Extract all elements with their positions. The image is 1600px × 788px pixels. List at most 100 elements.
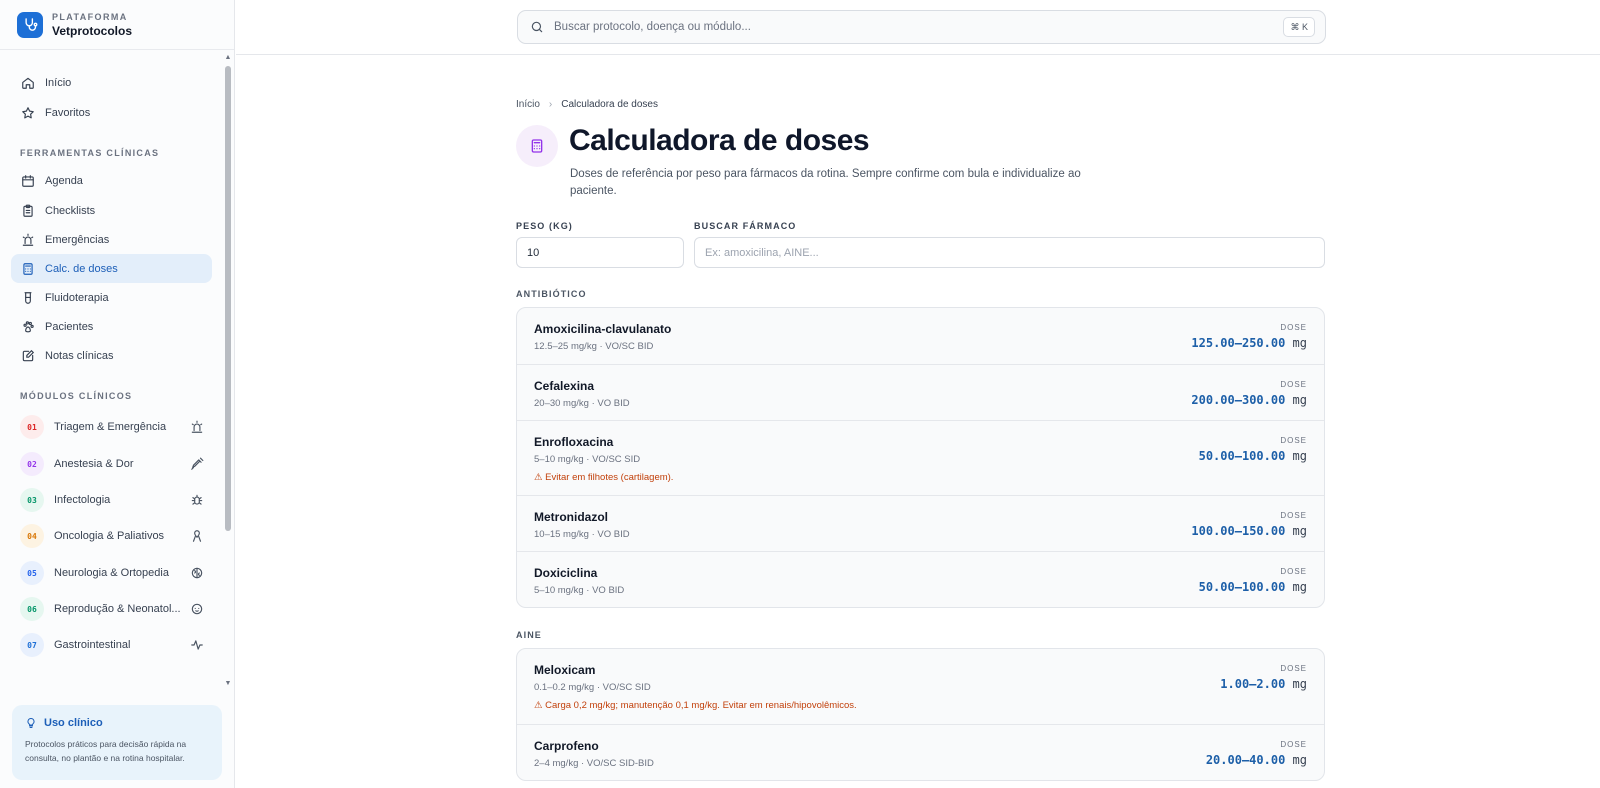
drug-group-antibiotico: Amoxicilina-clavulanato 12.5–25 mg/kg · … — [516, 307, 1325, 608]
sidebar-item-label: Agenda — [45, 174, 83, 187]
dose-value: 100.00–150.00 — [1191, 524, 1286, 538]
module-number: 02 — [20, 452, 44, 476]
scroll-thumb[interactable] — [225, 66, 231, 531]
dose-label: DOSE — [1280, 323, 1307, 332]
breadcrumb: Início › Calculadora de doses — [516, 99, 658, 110]
module-item-03[interactable]: 03 Infectologia — [11, 484, 212, 516]
drug-row[interactable]: Doxiciclina 5–10 mg/kg · VO BID DOSE 50.… — [517, 551, 1324, 607]
drug-dosage: 10–15 mg/kg · VO BID — [534, 529, 630, 540]
module-label: Neurologia & Ortopedia — [54, 567, 169, 579]
drug-row[interactable]: Carprofeno 2–4 mg/kg · VO/SC SID-BID DOS… — [517, 724, 1324, 780]
module-item-05[interactable]: 05 Neurologia & Ortopedia — [11, 557, 212, 589]
calculator-icon — [516, 125, 558, 167]
home-icon — [22, 77, 34, 89]
module-item-04[interactable]: 04 Oncologia & Paliativos — [11, 520, 212, 552]
clipboard-icon — [23, 204, 33, 217]
breadcrumb-home-link[interactable]: Início — [516, 99, 540, 110]
search-placeholder: Buscar protocolo, doença ou módulo... — [554, 21, 751, 33]
sidebar-item-label: Notas clínicas — [45, 349, 114, 362]
keyboard-shortcut-badge: ⌘ K — [1283, 17, 1315, 37]
siren-icon — [22, 233, 34, 246]
module-number: 04 — [20, 524, 44, 548]
usage-title: Uso clínico — [44, 717, 103, 729]
dose-unit: mg — [1292, 753, 1307, 767]
usage-text: Protocolos práticos para decisão rápida … — [25, 739, 187, 763]
main-content: Início › Calculadora de doses Calculador… — [516, 56, 1325, 788]
sidebar-item-fluidoterapia[interactable]: Fluidoterapia — [11, 283, 212, 312]
brain-icon — [191, 567, 203, 579]
brand[interactable]: PLATAFORMA Vetprotocolos — [0, 0, 234, 50]
module-number: 07 — [20, 633, 44, 657]
dose-label: DOSE — [1280, 740, 1307, 749]
dose-label: DOSE — [1280, 511, 1307, 520]
sidebar-item-notas-clinicas[interactable]: Notas clínicas — [11, 341, 212, 370]
dose-label: DOSE — [1280, 380, 1307, 389]
lightbulb-icon — [27, 717, 35, 728]
weight-input[interactable]: 10 — [516, 237, 684, 268]
stethoscope-icon — [17, 11, 43, 38]
drug-name: Enrofloxacina — [534, 435, 614, 449]
dose-result: 200.00–300.00 mg — [1191, 393, 1307, 407]
drug-dosage: 20–30 mg/kg · VO BID — [534, 398, 630, 409]
siren-icon — [191, 420, 203, 433]
group-label-antibiotico: ANTIBIÓTICO — [516, 289, 587, 299]
module-item-06[interactable]: 06 Reprodução & Neonatol... — [11, 593, 212, 625]
drug-row[interactable]: Cefalexina 20–30 mg/kg · VO BID DOSE 200… — [517, 364, 1324, 420]
sidebar-item-label: Emergências — [45, 233, 110, 246]
brand-kicker: PLATAFORMA — [52, 11, 128, 22]
page-title: Calculadora de doses — [569, 124, 870, 157]
dose-result: 100.00–150.00 mg — [1191, 524, 1307, 538]
tools-section-label: FERRAMENTAS CLÍNICAS — [20, 148, 160, 158]
weight-label: PESO (KG) — [516, 221, 573, 231]
dose-value: 1.00–2.00 — [1220, 677, 1286, 691]
sidebar-item-inicio[interactable]: Início — [11, 68, 212, 97]
drug-name: Metronidazol — [534, 510, 608, 524]
drug-name: Carprofeno — [534, 739, 599, 753]
drug-dosage: 0.1–0.2 mg/kg · VO/SC SID — [534, 682, 651, 693]
module-item-07[interactable]: 07 Gastrointestinal — [11, 629, 212, 661]
ribbon-icon — [192, 530, 202, 542]
sidebar-scrollbar[interactable]: ▲ ▼ — [223, 52, 233, 690]
dose-value: 125.00–250.00 — [1191, 336, 1286, 350]
module-label: Gastrointestinal — [54, 639, 131, 651]
module-number: 06 — [20, 597, 44, 621]
dose-unit: mg — [1292, 449, 1307, 463]
module-number: 03 — [20, 488, 44, 512]
module-item-01[interactable]: 01 Triagem & Emergência — [11, 411, 212, 443]
sidebar-item-checklists[interactable]: Checklists — [11, 196, 212, 225]
modules-section-label: MÓDULOS CLÍNICOS — [20, 391, 133, 401]
sidebar-item-label: Calc. de doses — [45, 262, 118, 275]
scroll-down-arrow-icon[interactable]: ▼ — [224, 680, 232, 688]
module-label: Anestesia & Dor — [54, 458, 134, 470]
notes-icon — [22, 349, 35, 361]
drug-search-input[interactable]: Ex: amoxicilina, AINE... — [694, 237, 1325, 268]
search-input[interactable]: Buscar protocolo, doença ou módulo... ⌘ … — [517, 10, 1326, 44]
sidebar-item-label: Favoritos — [45, 106, 91, 119]
dose-result: 50.00–100.00 mg — [1199, 580, 1307, 594]
sidebar-item-pacientes[interactable]: Pacientes — [11, 312, 212, 341]
chevron-right-icon: › — [548, 99, 553, 110]
module-number: 05 — [20, 561, 44, 585]
module-item-02[interactable]: 02 Anestesia & Dor — [11, 448, 212, 480]
brand-name: Vetprotocolos — [52, 23, 133, 38]
drug-name: Amoxicilina-clavulanato — [534, 322, 672, 336]
dose-unit: mg — [1292, 336, 1307, 350]
drug-name: Doxiciclina — [534, 566, 598, 580]
breadcrumb-current: Calculadora de doses — [561, 99, 658, 110]
sidebar-item-favoritos[interactable]: Favoritos — [11, 98, 212, 127]
module-label: Oncologia & Paliativos — [54, 530, 165, 542]
drug-row[interactable]: Meloxicam 0.1–0.2 mg/kg · VO/SC SID ⚠ Ca… — [517, 649, 1324, 724]
dose-unit: mg — [1292, 677, 1307, 691]
drug-row[interactable]: Amoxicilina-clavulanato 12.5–25 mg/kg · … — [517, 308, 1324, 364]
usage-card: Uso clínico Protocolos práticos para dec… — [12, 705, 222, 780]
drug-row[interactable]: Enrofloxacina 5–10 mg/kg · VO/SC SID ⚠ E… — [517, 420, 1324, 495]
module-label: Infectologia — [54, 494, 111, 506]
drug-row[interactable]: Metronidazol 10–15 mg/kg · VO BID DOSE 1… — [517, 495, 1324, 551]
sidebar-nav: Início Favoritos FERRAMENTAS CLÍNICAS Ag… — [0, 52, 224, 690]
sidebar-item-agenda[interactable]: Agenda — [11, 166, 212, 195]
sidebar-item-calc-doses[interactable]: Calc. de doses — [11, 254, 212, 283]
dose-label: DOSE — [1280, 436, 1307, 445]
dose-unit: mg — [1292, 393, 1307, 407]
scroll-up-arrow-icon[interactable]: ▲ — [224, 54, 232, 62]
sidebar-item-emergencias[interactable]: Emergências — [11, 225, 212, 254]
